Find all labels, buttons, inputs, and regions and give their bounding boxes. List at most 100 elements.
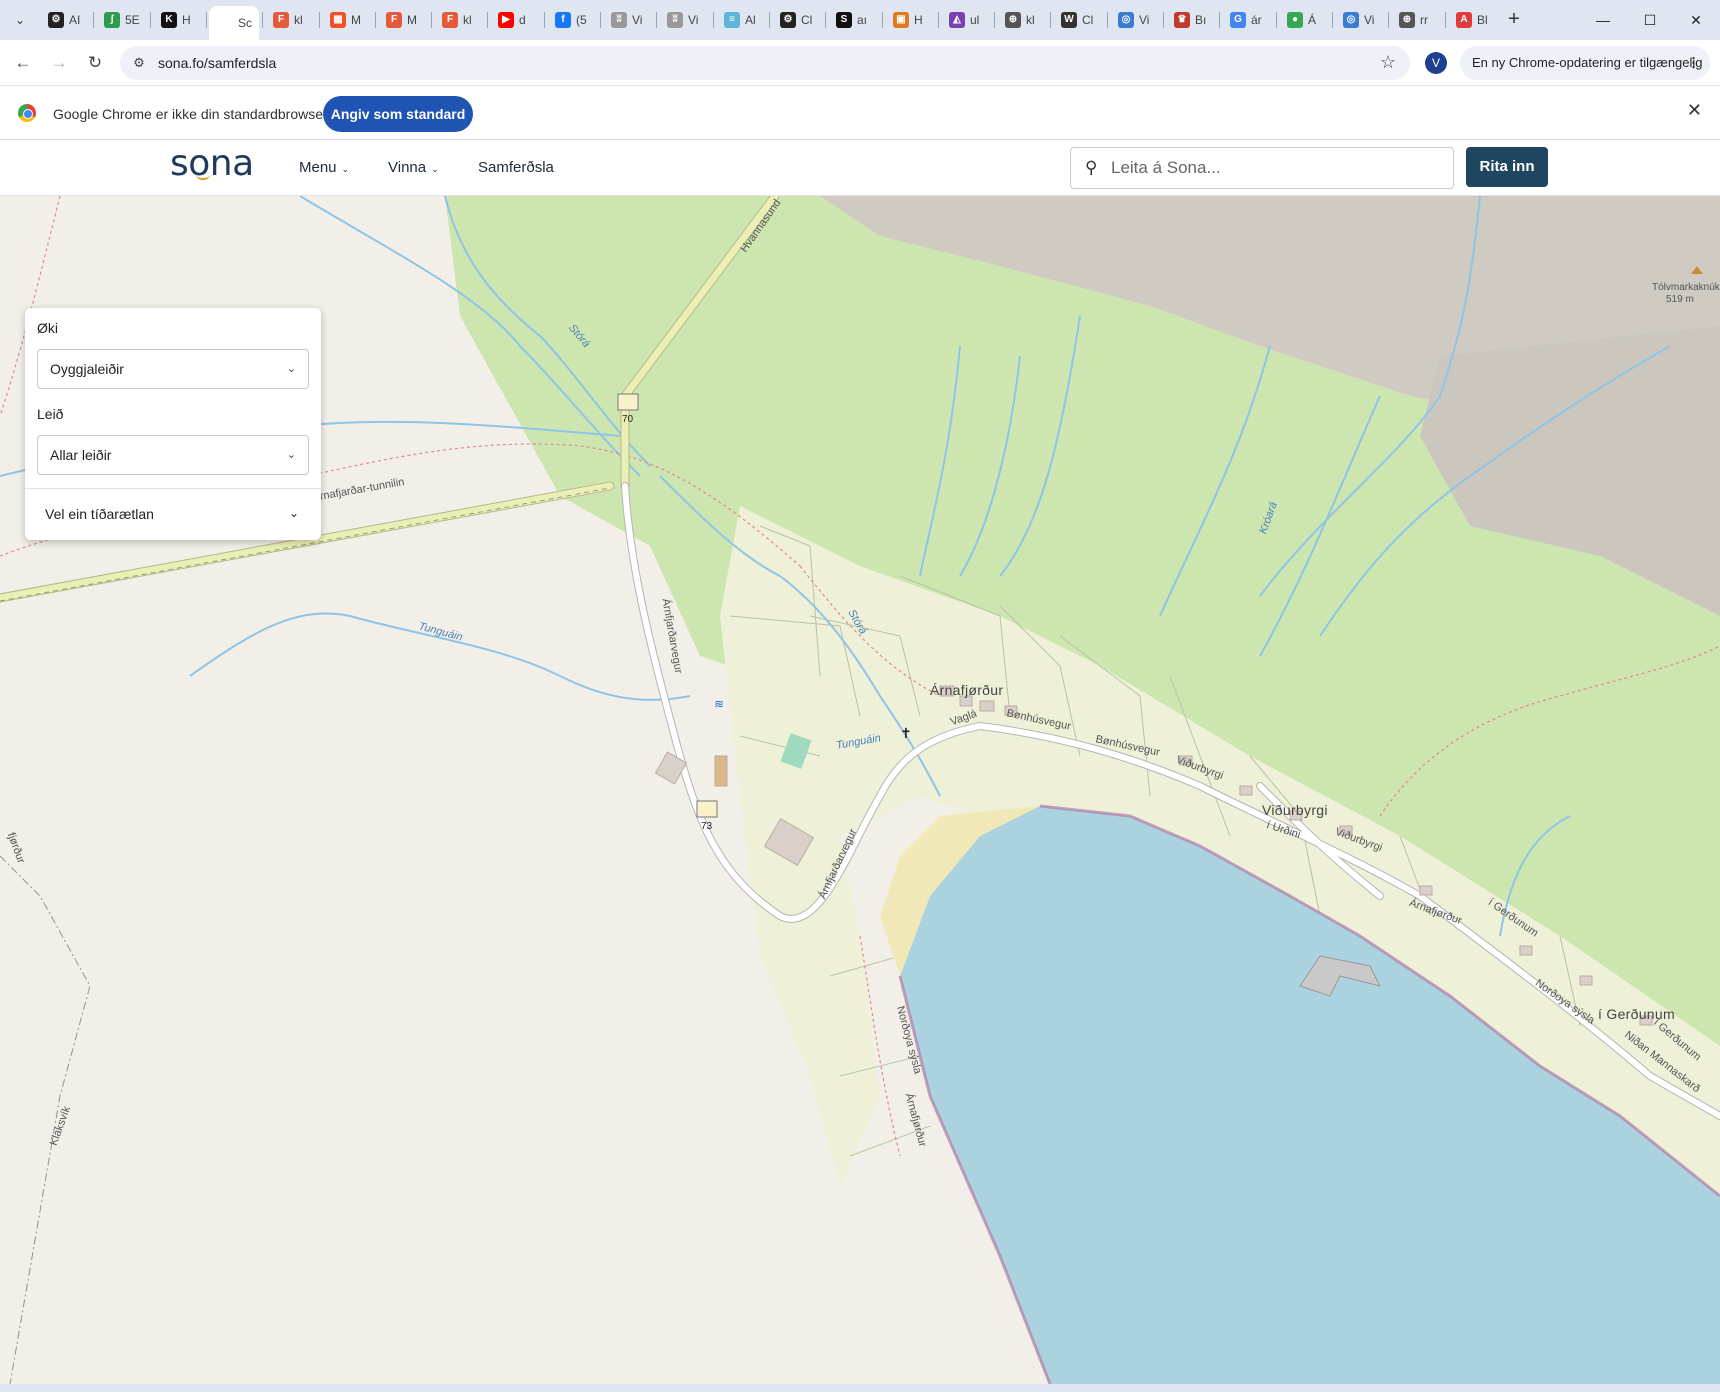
tab-separator: [1388, 12, 1389, 28]
browser-tab[interactable]: ⚙ Cl: [772, 7, 826, 33]
timetable-toggle[interactable]: Vel ein tíðarætlan: [45, 506, 154, 522]
new-tab-button[interactable]: +: [1502, 8, 1526, 32]
bookmark-star-icon[interactable]: ☆: [1380, 52, 1396, 73]
address-bar[interactable]: ⚙ sona.fo/samferdsla ☆: [120, 46, 1410, 80]
chevron-down-icon: ⌄: [286, 449, 296, 461]
nav-vinna-label: Vinna: [388, 159, 427, 176]
chrome-update-button[interactable]: En ny Chrome-opdatering er tilgængelig ⋮: [1460, 46, 1710, 80]
wikipedia-icon: W: [1061, 12, 1077, 28]
tab-title: Vi: [1139, 13, 1150, 27]
browser-tab[interactable]: ◎ Vi: [1110, 7, 1164, 33]
profile-avatar[interactable]: V: [1425, 52, 1447, 74]
chevron-down-icon[interactable]: ⌄: [289, 506, 299, 520]
chevron-down-icon: ⌄: [341, 164, 350, 174]
acrobat-icon: A: [1456, 12, 1472, 28]
tab-search-button[interactable]: ⌄: [8, 9, 32, 31]
browser-tab[interactable]: ● Á: [1279, 7, 1333, 33]
sona-logo[interactable]: sona: [170, 143, 254, 184]
tab-separator: [544, 12, 545, 28]
tab-title: kl: [463, 13, 472, 27]
map-canvas[interactable]: ✝ ≋ Árnafjørður Viðurbyrgi í Gerðunum St…: [0, 196, 1720, 1384]
infobar-close-icon[interactable]: ✕: [1687, 100, 1702, 121]
more-menu-icon[interactable]: ⋮: [1687, 46, 1700, 80]
browser-tab[interactable]: Fkl: [434, 7, 488, 33]
browser-tab[interactable]: A Bl: [1448, 7, 1502, 33]
tab-title: Sc: [238, 16, 253, 30]
url-text: sona.fo/samferdsla: [158, 55, 277, 71]
tab-separator: [1332, 12, 1333, 28]
forward-button[interactable]: →: [46, 50, 72, 76]
tab-separator: [375, 12, 376, 28]
tab-separator: [1219, 12, 1220, 28]
nav-menu-label: Menu: [299, 159, 337, 176]
water-icon: ≋: [714, 697, 724, 711]
browser-tab[interactable]: ▶ d: [490, 7, 544, 33]
tab-title: kl: [294, 13, 303, 27]
tab-separator: [487, 12, 488, 28]
browser-toolbar: ← → ↻ ⚙ sona.fo/samferdsla ☆ V En ny Chr…: [0, 40, 1720, 86]
route-select[interactable]: Allar leiðir ⌄: [37, 435, 309, 475]
search-icon: ⚲: [1085, 158, 1098, 177]
browser-tab[interactable]: ʃ 5E: [96, 7, 150, 33]
browser-tab[interactable]: ʬ Vi: [603, 7, 657, 33]
browser-tab[interactable]: ⊕ kl: [997, 7, 1051, 33]
vb-icon: ʬ: [667, 12, 683, 28]
browser-tab[interactable]: Gár: [1222, 7, 1276, 33]
arrow-left-icon: ←: [14, 53, 32, 72]
set-default-button[interactable]: Angiv som standard: [323, 96, 473, 132]
vb-icon: ʬ: [611, 12, 627, 28]
browser-tab[interactable]: ⊕ rr: [1391, 7, 1445, 33]
maximize-button[interactable]: ☐: [1635, 8, 1665, 32]
browser-tab[interactable]: Fkl: [265, 7, 319, 33]
tab-separator: [769, 12, 770, 28]
browser-tab[interactable]: FM: [378, 7, 432, 33]
figma-icon: F: [386, 12, 402, 28]
login-button[interactable]: Rita inn: [1466, 147, 1548, 187]
tab-separator: [1445, 12, 1446, 28]
tab-separator: [1276, 12, 1277, 28]
map-label-shield-70: 70: [622, 414, 634, 425]
close-window-button[interactable]: ✕: [1681, 8, 1711, 32]
browser-tab[interactable]: Sc✕: [209, 6, 259, 40]
maximize-icon: ☐: [1643, 12, 1657, 28]
shield-73-box: [696, 800, 718, 818]
browser-tab[interactable]: ⚙ AI: [40, 7, 94, 33]
minimize-button[interactable]: —: [1588, 8, 1618, 32]
browser-tab[interactable]: ◎ Vi: [1335, 7, 1389, 33]
browser-tab[interactable]: ◭ ul: [941, 7, 995, 33]
back-button[interactable]: ←: [10, 50, 36, 76]
nav-vinna[interactable]: Vinna ⌄: [388, 159, 439, 176]
tab-separator: [656, 12, 657, 28]
nav-menu[interactable]: Menu ⌄: [299, 159, 349, 176]
browser-tab[interactable]: ʬ Vi: [659, 7, 713, 33]
area-select[interactable]: Oyggjaleiðir ⌄: [37, 349, 309, 389]
browser-window: ⌄ ⚙AIʃ5EKHSc✕Fkl▦MFMFkl▶df(5ʬViʬVi≡Al⚙Cl…: [0, 0, 1720, 1392]
site-search[interactable]: ⚲: [1070, 147, 1454, 189]
green-circle-icon: ●: [1287, 12, 1303, 28]
infobar-message: Google Chrome er ikke din standardbrowse…: [53, 106, 328, 122]
tab-title: Bl: [1477, 13, 1488, 27]
browser-tab[interactable]: ▣ H: [885, 7, 939, 33]
tab-title: (5: [576, 13, 587, 27]
map-label-town: Árnafjørður: [930, 682, 1004, 698]
search-input[interactable]: [1111, 156, 1441, 180]
site-settings-icon[interactable]: ⚙: [130, 54, 148, 72]
image-icon: ▣: [893, 12, 909, 28]
browser-tab[interactable]: ▦ M: [322, 7, 376, 33]
tab-title: AI: [69, 13, 81, 27]
browser-tab[interactable]: f (5: [547, 7, 601, 33]
browser-tab[interactable]: ♛ Bı: [1166, 7, 1220, 33]
figma-icon: F: [442, 12, 458, 28]
map-label-village: Viðurbyrgi: [1262, 802, 1328, 818]
tab-separator: [1163, 12, 1164, 28]
browser-tab[interactable]: ≡ Al: [716, 7, 770, 33]
browser-tab[interactable]: KH: [153, 7, 207, 33]
google-icon: G: [1230, 12, 1246, 28]
browser-tab[interactable]: Saı: [828, 7, 882, 33]
nav-samferdsla[interactable]: Samferðsla: [478, 159, 554, 176]
globe-icon: ⊕: [1005, 12, 1021, 28]
microsoft-icon: ▦: [330, 12, 346, 28]
tab-separator: [1107, 12, 1108, 28]
browser-tab[interactable]: W Cl: [1053, 7, 1107, 33]
reload-button[interactable]: ↻: [82, 50, 108, 76]
